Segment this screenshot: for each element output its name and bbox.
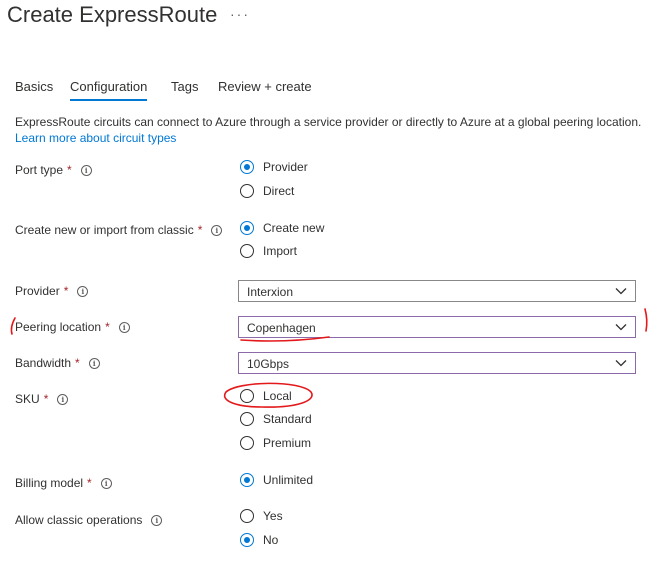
required-marker: * bbox=[87, 476, 92, 490]
info-icon[interactable]: i bbox=[57, 393, 69, 405]
radio-button-selected[interactable] bbox=[240, 473, 254, 487]
radio-label: Standard bbox=[263, 412, 312, 426]
required-marker: * bbox=[197, 223, 203, 237]
radio-button-selected[interactable] bbox=[240, 160, 254, 174]
chevron-down-icon bbox=[615, 324, 627, 331]
info-icon[interactable]: i bbox=[80, 164, 92, 176]
bandwidth-label: Bandwidth * i bbox=[15, 356, 100, 370]
sku-standard-option[interactable]: Standard bbox=[240, 412, 312, 426]
radio-label: Provider bbox=[263, 160, 308, 174]
import-option[interactable]: Import bbox=[240, 244, 297, 258]
billing-model-label-text: Billing model bbox=[15, 476, 84, 490]
tab-tags[interactable]: Tags bbox=[171, 79, 198, 94]
radio-label: Import bbox=[263, 244, 298, 258]
info-icon[interactable]: i bbox=[77, 285, 89, 297]
sku-label-text: SKU bbox=[15, 392, 40, 406]
create-mode-label-text: Create new or import from classic bbox=[15, 223, 194, 237]
peering-location-value: Copenhagen bbox=[247, 321, 316, 335]
create-mode-label: Create new or import from classic * i bbox=[15, 223, 223, 237]
info-icon[interactable]: i bbox=[88, 357, 100, 369]
provider-select[interactable]: Interxion bbox=[238, 280, 636, 302]
port-type-label: Port type * i bbox=[15, 163, 92, 177]
radio-button[interactable] bbox=[240, 244, 254, 258]
info-icon[interactable]: i bbox=[118, 321, 130, 333]
info-icon[interactable]: i bbox=[100, 477, 112, 489]
classic-operations-label-text: Allow classic operations bbox=[15, 513, 143, 527]
port-type-label-text: Port type bbox=[15, 163, 64, 177]
peering-location-label: Peering location * i bbox=[15, 320, 130, 334]
required-marker: * bbox=[67, 163, 72, 177]
required-marker: * bbox=[43, 392, 49, 406]
billing-model-label: Billing model * i bbox=[15, 476, 112, 490]
provider-label-text: Provider bbox=[15, 284, 60, 298]
radio-label: No bbox=[263, 533, 279, 547]
tab-basics[interactable]: Basics bbox=[15, 79, 53, 94]
bandwidth-label-text: Bandwidth bbox=[15, 356, 72, 370]
radio-label: Premium bbox=[263, 436, 312, 450]
info-icon[interactable]: i bbox=[211, 224, 223, 236]
sku-label: SKU * i bbox=[15, 392, 69, 406]
radio-button-selected[interactable] bbox=[240, 221, 254, 235]
radio-button[interactable] bbox=[240, 389, 254, 403]
tab-review-create[interactable]: Review + create bbox=[218, 79, 312, 94]
peering-location-label-text: Peering location bbox=[15, 320, 102, 334]
port-type-direct-option[interactable]: Direct bbox=[240, 184, 294, 198]
port-type-provider-option[interactable]: Provider bbox=[240, 160, 308, 174]
radio-label: Unlimited bbox=[263, 473, 314, 487]
radio-button[interactable] bbox=[240, 412, 254, 426]
intro-description: ExpressRoute circuits can connect to Azu… bbox=[15, 115, 642, 129]
chevron-down-icon bbox=[615, 360, 627, 367]
chevron-down-icon bbox=[615, 288, 627, 295]
classic-yes-option[interactable]: Yes bbox=[240, 509, 283, 523]
provider-label: Provider * i bbox=[15, 284, 89, 298]
sku-local-option[interactable]: Local bbox=[240, 389, 292, 403]
radio-button[interactable] bbox=[240, 184, 254, 198]
radio-label: Yes bbox=[263, 509, 283, 523]
learn-more-link[interactable]: Learn more about circuit types bbox=[15, 131, 176, 145]
required-marker: * bbox=[63, 284, 69, 298]
annotation-right-tick bbox=[644, 308, 648, 332]
radio-label: Direct bbox=[263, 184, 295, 198]
radio-label: Create new bbox=[263, 221, 325, 235]
bandwidth-value: 10Gbps bbox=[247, 357, 290, 371]
billing-unlimited-option[interactable]: Unlimited bbox=[240, 473, 313, 487]
radio-button-selected[interactable] bbox=[240, 533, 254, 547]
radio-label: Local bbox=[263, 389, 292, 403]
provider-value: Interxion bbox=[247, 285, 294, 299]
info-icon[interactable]: i bbox=[151, 514, 163, 526]
classic-operations-label: Allow classic operations i bbox=[15, 513, 163, 527]
required-marker: * bbox=[105, 320, 110, 334]
classic-no-option[interactable]: No bbox=[240, 533, 278, 547]
radio-button[interactable] bbox=[240, 436, 254, 450]
tab-configuration[interactable]: Configuration bbox=[70, 79, 148, 101]
sku-premium-option[interactable]: Premium bbox=[240, 436, 311, 450]
page-title: Create ExpressRoute bbox=[7, 2, 218, 27]
peering-location-select[interactable]: Copenhagen bbox=[238, 316, 636, 338]
create-new-option[interactable]: Create new bbox=[240, 221, 324, 235]
more-options-button[interactable]: ··· bbox=[230, 6, 250, 22]
radio-button[interactable] bbox=[240, 509, 254, 523]
bandwidth-select[interactable]: 10Gbps bbox=[238, 352, 636, 374]
required-marker: * bbox=[75, 356, 80, 370]
